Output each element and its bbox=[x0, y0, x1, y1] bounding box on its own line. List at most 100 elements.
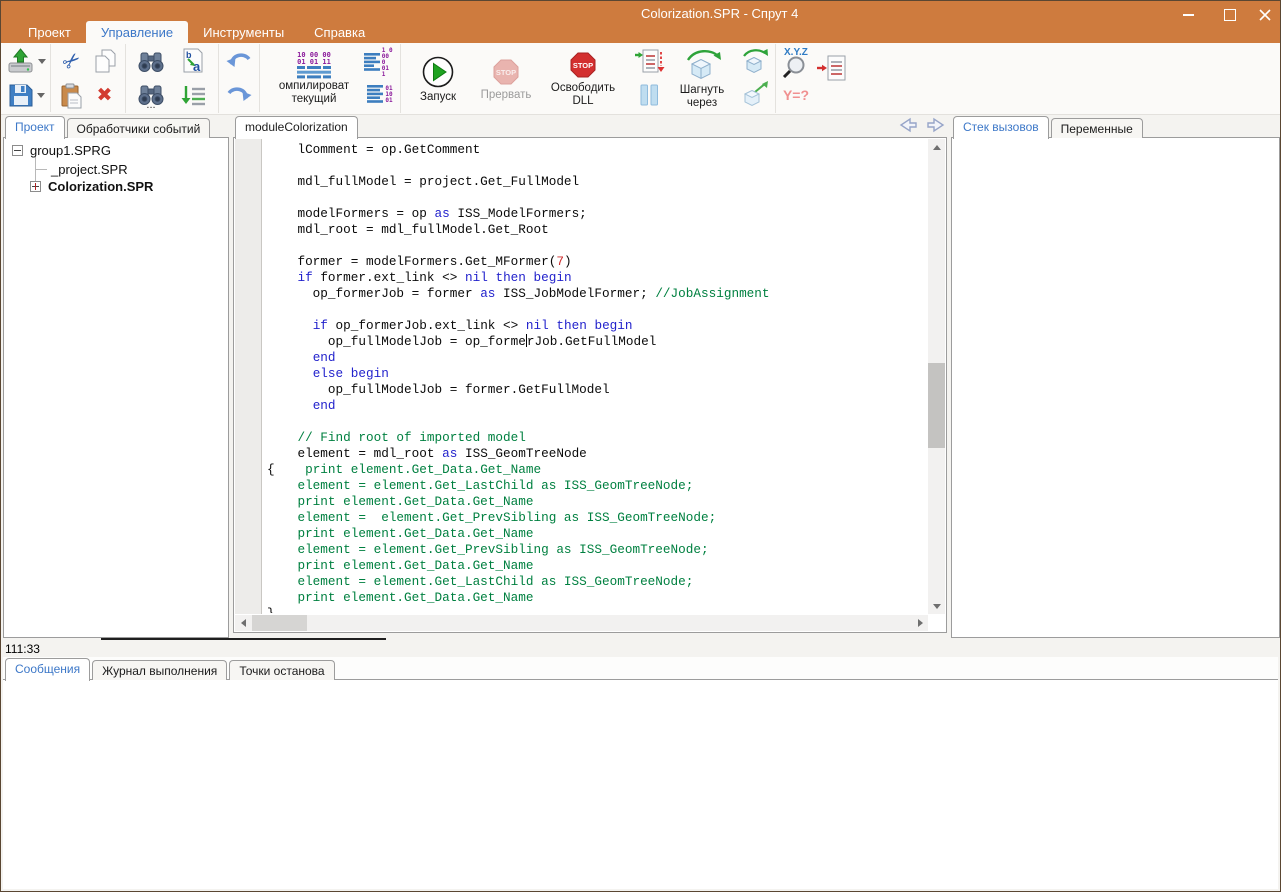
step-into-icon bbox=[633, 47, 665, 77]
call-stack-panel bbox=[951, 137, 1280, 638]
tab-event-handlers[interactable]: Обработчики событий bbox=[67, 118, 211, 138]
save-icon bbox=[8, 83, 34, 108]
xyz-search-button[interactable]: X.Y.Z bbox=[780, 46, 812, 78]
release-dll-button[interactable]: STOP Освободить DLL bbox=[541, 48, 625, 109]
step-over-button[interactable]: Шагнуть через bbox=[665, 46, 739, 111]
maximize-button[interactable] bbox=[1213, 5, 1247, 25]
pause-icon bbox=[638, 83, 660, 107]
project-tree-panel[interactable]: group1.SPRG _project.SPR Colorization.SP… bbox=[3, 137, 229, 638]
close-button[interactable] bbox=[1248, 5, 1281, 25]
paste-icon bbox=[59, 82, 85, 109]
binoculars-icon bbox=[137, 48, 165, 74]
tree-item-colorization-spr[interactable]: Colorization.SPR bbox=[48, 179, 153, 194]
tab-project[interactable]: Проект bbox=[5, 116, 65, 139]
copy-icon bbox=[92, 48, 118, 74]
scroll-right-button[interactable] bbox=[912, 615, 928, 631]
break-button[interactable]: STOP Прервать bbox=[471, 55, 541, 103]
bottom-panel: Сообщения Журнал выполнения Точки остано… bbox=[3, 657, 1278, 889]
maximize-icon bbox=[1224, 9, 1236, 21]
tab-messages[interactable]: Сообщения bbox=[5, 658, 90, 681]
minimize-icon bbox=[1183, 14, 1194, 16]
compile-current-button[interactable]: 10 00 0001 01 11 омпилироват текущий bbox=[264, 51, 364, 107]
break-label: Прервать bbox=[481, 89, 532, 102]
svg-text:STOP: STOP bbox=[496, 68, 516, 77]
tab-breakpoints[interactable]: Точки останова bbox=[229, 660, 334, 680]
copy-button[interactable] bbox=[89, 45, 121, 77]
redo-button[interactable] bbox=[223, 79, 255, 111]
scroll-left-button[interactable] bbox=[235, 615, 251, 631]
hscroll-thumb[interactable] bbox=[252, 615, 307, 631]
close-icon bbox=[1259, 9, 1271, 21]
delete-button[interactable]: ✖ bbox=[89, 79, 121, 111]
find-next-button[interactable]: ... bbox=[135, 79, 167, 111]
tree-expander-colorization[interactable] bbox=[30, 181, 41, 192]
tab-execution-log[interactable]: Журнал выполнения bbox=[92, 660, 227, 680]
nav-forward-icon[interactable] bbox=[926, 117, 945, 133]
tab-call-stack[interactable]: Стек вызовов bbox=[953, 116, 1049, 139]
tree-item-group1[interactable]: group1.SPRG bbox=[30, 143, 111, 158]
paste-button[interactable] bbox=[56, 79, 88, 111]
replace-button[interactable]: b a bbox=[177, 45, 209, 77]
tree-expander-group1[interactable] bbox=[12, 145, 23, 156]
save-button[interactable] bbox=[8, 83, 45, 108]
run-button[interactable]: Запуск bbox=[405, 53, 471, 105]
editor-vscrollbar[interactable] bbox=[928, 139, 945, 614]
watch-button[interactable] bbox=[812, 50, 852, 90]
pause-button[interactable] bbox=[633, 79, 665, 111]
tree-item-project-spr[interactable]: _project.SPR bbox=[51, 162, 128, 177]
goto-line-button[interactable] bbox=[177, 79, 209, 111]
toolbar-group-compile: 10 00 0001 01 11 омпилироват текущий bbox=[260, 44, 401, 113]
scroll-down-icon bbox=[933, 604, 941, 609]
step-over-label: Шагнуть через bbox=[672, 84, 732, 110]
step-over-icon bbox=[680, 47, 724, 83]
run-label: Запуск bbox=[420, 91, 456, 104]
save-dropdown-caret[interactable] bbox=[37, 93, 45, 98]
nav-back-icon[interactable] bbox=[899, 117, 918, 133]
compile-current-label: омпилироват текущий bbox=[273, 80, 355, 106]
compile-all-button[interactable]: 1 000 001 1 bbox=[364, 47, 396, 79]
undo-button[interactable] bbox=[223, 45, 255, 77]
step-into-button[interactable] bbox=[633, 46, 665, 78]
find-button[interactable] bbox=[135, 45, 167, 77]
stop-red-icon: STOP bbox=[567, 49, 599, 81]
window-title: Colorization.SPR - Спрут 4 bbox=[641, 6, 798, 21]
svg-text:X.Y.Z: X.Y.Z bbox=[784, 47, 808, 58]
run-to-cursor-button[interactable] bbox=[739, 79, 771, 111]
vscroll-thumb[interactable] bbox=[928, 363, 945, 448]
splitter-handle[interactable] bbox=[101, 638, 386, 640]
toolbar-group-inspect: X.Y.Z Y=? bbox=[776, 44, 856, 113]
compile-all-icon: 1 000 001 1 bbox=[364, 48, 396, 78]
xyz-magnifier-icon: X.Y.Z bbox=[780, 46, 812, 78]
import-button[interactable] bbox=[7, 48, 46, 74]
code-area[interactable]: lComment = op.GetComment mdl_fullModel =… bbox=[267, 142, 927, 613]
svg-text:STOP: STOP bbox=[573, 61, 593, 70]
scroll-left-icon bbox=[241, 619, 246, 627]
import-dropdown-caret[interactable] bbox=[38, 59, 46, 64]
tab-module-colorization[interactable]: moduleColorization bbox=[235, 116, 358, 139]
toolbar-group-file bbox=[3, 44, 51, 112]
scroll-up-button[interactable] bbox=[928, 139, 945, 155]
scroll-up-icon bbox=[933, 145, 941, 150]
toolbar-group-undo bbox=[219, 44, 260, 112]
toolbar-group-edit: ✂ ✖ bbox=[51, 44, 126, 113]
bottom-panel-tabs: Сообщения Журнал выполнения Точки остано… bbox=[5, 657, 337, 680]
compile-project-button[interactable]: 011001 bbox=[364, 79, 396, 111]
tab-variables[interactable]: Переменные bbox=[1051, 118, 1143, 138]
menu-tools[interactable]: Инструменты bbox=[188, 21, 299, 43]
minimize-button[interactable] bbox=[1171, 5, 1205, 25]
redo-icon bbox=[225, 83, 253, 107]
titlebar: Colorization.SPR - Спрут 4 Проект Управл… bbox=[1, 1, 1280, 43]
undo-icon bbox=[225, 49, 253, 73]
stop-faded-icon: STOP bbox=[490, 56, 522, 88]
menu-help[interactable]: Справка bbox=[299, 21, 380, 43]
y-eval-button[interactable]: Y=? bbox=[780, 79, 812, 111]
editor-nav bbox=[899, 117, 945, 133]
step-out-button[interactable] bbox=[739, 46, 771, 78]
editor-hscrollbar[interactable] bbox=[235, 615, 928, 631]
code-editor: lComment = op.GetComment mdl_fullModel =… bbox=[233, 137, 947, 633]
cut-button[interactable]: ✂ bbox=[56, 45, 88, 77]
menu-project[interactable]: Проект bbox=[13, 21, 86, 43]
cursor-position-status: 111:33 bbox=[5, 642, 40, 656]
menu-control[interactable]: Управление bbox=[86, 21, 188, 43]
scroll-down-button[interactable] bbox=[928, 598, 945, 614]
